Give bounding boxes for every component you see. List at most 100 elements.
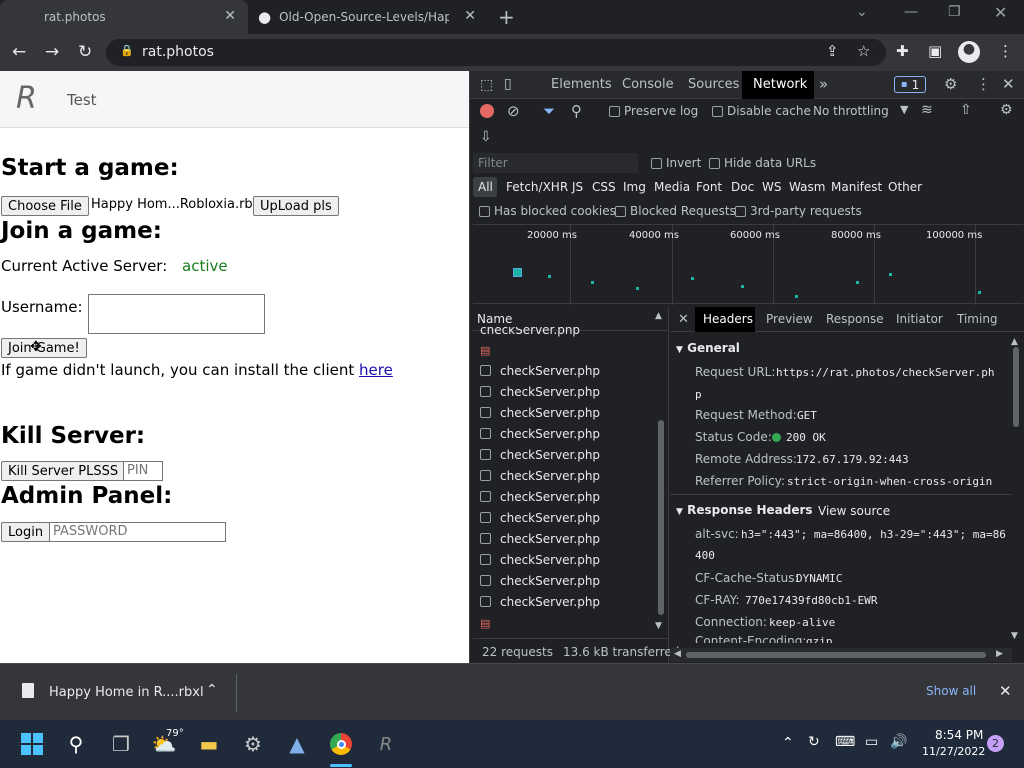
download-file-name[interactable]: Happy Home in R....rbxl bbox=[49, 685, 204, 700]
nav-item-test[interactable]: Test bbox=[67, 91, 97, 109]
chevron-up-icon[interactable]: ⌃ bbox=[782, 735, 794, 751]
blocked-cookies-checkbox[interactable]: Has blocked cookies bbox=[479, 204, 616, 218]
clock-time[interactable]: 8:54 PM bbox=[935, 728, 983, 742]
device-toolbar-icon[interactable]: ▯ bbox=[504, 76, 512, 92]
type-filter-img[interactable]: Img bbox=[623, 180, 646, 194]
list-item[interactable]: checkServer.php bbox=[473, 507, 655, 528]
detail-tab-initiator[interactable]: Initiator bbox=[896, 312, 943, 326]
chevron-down-icon[interactable]: ▼ bbox=[900, 103, 908, 116]
scroll-left-icon[interactable]: ◀ bbox=[674, 649, 681, 659]
kebab-menu-icon[interactable]: ⋮ bbox=[976, 75, 991, 93]
join-game-button[interactable]: Join Game! bbox=[1, 338, 87, 358]
choose-file-button[interactable]: Choose File bbox=[1, 196, 89, 216]
volume-icon[interactable]: 🔊 bbox=[890, 734, 907, 750]
search-icon[interactable]: ⚲ bbox=[571, 102, 582, 120]
lock-icon[interactable]: 🔒 bbox=[120, 44, 134, 57]
list-item[interactable]: checkServer.php bbox=[473, 570, 655, 591]
close-icon[interactable]: ✕ bbox=[464, 8, 476, 24]
type-filter-other[interactable]: Other bbox=[888, 180, 922, 194]
type-filter-ws[interactable]: WS bbox=[762, 180, 781, 194]
menu-icon[interactable]: ⋮ bbox=[998, 42, 1013, 60]
share-icon[interactable]: ⇪ bbox=[826, 42, 839, 60]
network-settings-icon[interactable]: ⚙ bbox=[1000, 102, 1013, 118]
scroll-up-icon[interactable]: ▲ bbox=[1011, 337, 1018, 347]
password-input[interactable]: PASSWORD bbox=[49, 522, 226, 542]
scroll-right-icon[interactable]: ▶ bbox=[996, 649, 1003, 659]
close-details-icon[interactable]: ✕ bbox=[678, 312, 689, 327]
show-all-button[interactable]: Show all bbox=[926, 684, 976, 698]
notification-badge[interactable]: 2 bbox=[987, 735, 1004, 752]
extensions-icon[interactable]: ✚ bbox=[896, 42, 909, 60]
list-item[interactable]: checkServer.php bbox=[473, 486, 655, 507]
blocked-requests-checkbox[interactable]: Blocked Requests bbox=[615, 204, 736, 218]
scroll-down-icon[interactable]: ▼ bbox=[655, 621, 662, 631]
list-item[interactable]: checkServer.php bbox=[473, 381, 655, 402]
settings-icon[interactable]: ⚙ bbox=[944, 75, 957, 93]
site-logo[interactable]: R bbox=[16, 81, 37, 116]
list-item[interactable]: checkServer.php bbox=[473, 423, 655, 444]
list-item[interactable]: checkServer.php bbox=[473, 402, 655, 423]
pin-input[interactable]: PIN bbox=[123, 461, 163, 481]
sync-icon[interactable]: ↻ bbox=[808, 734, 820, 750]
invert-checkbox[interactable]: Invert bbox=[651, 156, 701, 170]
detail-tab-preview[interactable]: Preview bbox=[766, 312, 813, 326]
type-filter-css[interactable]: CSS bbox=[592, 180, 616, 194]
clear-icon[interactable]: ⊘ bbox=[507, 102, 520, 120]
type-filter-media[interactable]: Media bbox=[654, 180, 690, 194]
upload-button[interactable]: UpLoad pls bbox=[253, 196, 339, 216]
details-scrollbar[interactable] bbox=[1013, 347, 1019, 427]
install-link[interactable]: here bbox=[359, 361, 393, 379]
hide-data-urls-checkbox[interactable]: Hide data URLs bbox=[709, 156, 816, 170]
more-tabs-icon[interactable]: » bbox=[819, 75, 828, 93]
list-item[interactable]: checkServer.php bbox=[473, 444, 655, 465]
close-download-bar-icon[interactable]: ✕ bbox=[999, 682, 1012, 700]
detail-tab-response[interactable]: Response bbox=[826, 312, 884, 326]
throttling-select[interactable]: No throttling bbox=[813, 104, 889, 118]
list-item[interactable]: checkServer.php bbox=[473, 549, 655, 570]
list-item[interactable]: checkServer.php bbox=[473, 327, 655, 337]
rat-app-icon[interactable]: R bbox=[372, 730, 400, 758]
detail-tab-timing[interactable]: Timing bbox=[957, 312, 998, 326]
settings-icon[interactable]: ⚙ bbox=[239, 730, 267, 758]
list-item[interactable]: checkServer.php bbox=[473, 528, 655, 549]
forward-icon[interactable]: → bbox=[45, 42, 59, 62]
login-button[interactable]: Login bbox=[1, 522, 51, 542]
import-har-icon[interactable]: ⇧ bbox=[960, 102, 972, 118]
network-icon[interactable]: ▭ bbox=[865, 734, 878, 750]
sidepanel-icon[interactable]: ▣ bbox=[928, 42, 942, 60]
star-icon[interactable]: ☆ bbox=[857, 42, 870, 60]
kill-server-button[interactable]: Kill Server PLSSS bbox=[1, 461, 126, 481]
third-party-checkbox[interactable]: 3rd-party requests bbox=[735, 204, 862, 218]
address-bar[interactable] bbox=[106, 39, 886, 66]
task-view-icon[interactable]: ❐ bbox=[107, 730, 135, 758]
profile-icon[interactable]: ● bbox=[958, 41, 980, 63]
type-filter-fetch[interactable]: Fetch/XHR bbox=[506, 180, 568, 194]
tab-elements[interactable]: Elements bbox=[551, 77, 612, 92]
preserve-log-checkbox[interactable]: Preserve log bbox=[609, 104, 698, 118]
close-icon[interactable]: ✕ bbox=[224, 8, 236, 24]
photos-icon[interactable]: ▲ bbox=[283, 730, 311, 758]
list-item[interactable]: checkServer.php bbox=[473, 465, 655, 486]
url-text[interactable]: rat.photos bbox=[142, 44, 214, 60]
new-tab-icon[interactable]: + bbox=[498, 5, 515, 29]
window-close-icon[interactable]: ✕ bbox=[994, 3, 1007, 22]
type-filter-doc[interactable]: Doc bbox=[731, 180, 754, 194]
back-icon[interactable]: ← bbox=[12, 42, 26, 62]
file-explorer-icon[interactable]: ▬ bbox=[195, 730, 223, 758]
record-icon[interactable] bbox=[480, 104, 494, 118]
tab-github[interactable]: ● Old-Open-Source-Levels/Happy ✕ bbox=[248, 0, 488, 34]
list-item[interactable]: checkServer.php bbox=[473, 360, 655, 381]
tab-network[interactable]: Network bbox=[753, 77, 807, 92]
type-filter-manifest[interactable]: Manifest bbox=[831, 180, 882, 194]
username-input[interactable] bbox=[88, 294, 265, 334]
tab-rat-photos[interactable]: rat.photos ✕ bbox=[0, 0, 248, 34]
general-section-toggle[interactable]: ▼ General bbox=[676, 341, 740, 355]
horizontal-scroll-thumb[interactable] bbox=[686, 652, 986, 658]
filter-icon[interactable]: ⏷ bbox=[543, 102, 555, 120]
network-conditions-icon[interactable]: ≋ bbox=[921, 102, 933, 118]
type-filter-all[interactable]: All bbox=[478, 180, 493, 194]
type-filter-font[interactable]: Font bbox=[696, 180, 722, 194]
keyboard-icon[interactable]: ⌨ bbox=[835, 734, 855, 750]
issues-badge[interactable]: ▪ 1 bbox=[894, 76, 926, 93]
minimize-icon[interactable]: — bbox=[904, 4, 918, 20]
